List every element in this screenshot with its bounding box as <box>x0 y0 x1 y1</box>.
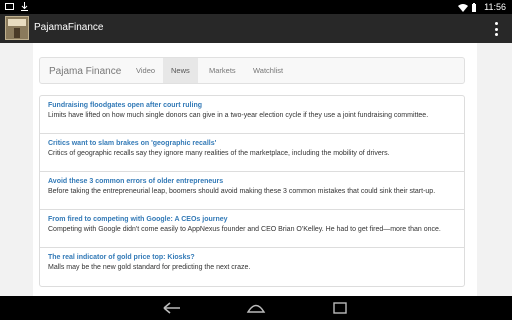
news-title-link[interactable]: Fundraising floodgates open after court … <box>48 101 456 111</box>
news-item: The real indicator of gold price top: Ki… <box>40 248 464 286</box>
news-description: Limits have lifted on how much single do… <box>48 112 429 119</box>
news-item: Critics want to slam brakes on 'geograph… <box>40 134 464 172</box>
nav-link-video[interactable]: Video <box>128 58 163 83</box>
app-bar: PajamaFinance <box>0 14 512 43</box>
wifi-icon <box>458 3 469 12</box>
recents-icon[interactable] <box>328 301 352 315</box>
news-title-link[interactable]: The real indicator of gold price top: Ki… <box>48 253 456 263</box>
nav-link-watchlist[interactable]: Watchlist <box>245 58 291 83</box>
app-logo-icon[interactable] <box>5 16 29 40</box>
news-item: Fundraising floodgates open after court … <box>40 96 464 134</box>
clock: 11:56 <box>484 2 506 12</box>
news-title-link[interactable]: Avoid these 3 common errors of older ent… <box>48 177 456 187</box>
nav-link-markets[interactable]: Markets <box>201 58 244 83</box>
news-item: Avoid these 3 common errors of older ent… <box>40 172 464 210</box>
news-description: Malls may be the new gold standard for p… <box>48 264 251 271</box>
news-title-link[interactable]: From fired to competing with Google: A C… <box>48 215 456 225</box>
nav-link-news[interactable]: News <box>163 58 198 83</box>
overflow-menu-icon[interactable] <box>495 22 498 36</box>
home-icon[interactable] <box>244 301 268 315</box>
news-description: Competing with Google didn't come easily… <box>48 226 441 233</box>
download-icon <box>20 2 29 11</box>
news-description: Before taking the entrepreneurial leap, … <box>48 188 436 195</box>
battery-icon <box>471 2 480 12</box>
screenshot-icon <box>5 2 14 11</box>
news-description: Critics of geographic recalls say they i… <box>48 150 390 157</box>
site-brand[interactable]: Pajama Finance <box>49 66 121 77</box>
news-title-link[interactable]: Critics want to slam brakes on 'geograph… <box>48 139 456 149</box>
web-content: Pajama Finance Video News Markets Watchl… <box>33 43 477 296</box>
status-bar: 11:56 <box>0 0 512 14</box>
back-icon[interactable] <box>160 301 184 315</box>
news-item: From fired to competing with Google: A C… <box>40 210 464 248</box>
system-navigation-bar <box>0 296 512 320</box>
news-list: Fundraising floodgates open after court … <box>39 95 465 287</box>
app-title: PajamaFinance <box>34 22 104 33</box>
site-navbar: Pajama Finance Video News Markets Watchl… <box>39 57 465 84</box>
